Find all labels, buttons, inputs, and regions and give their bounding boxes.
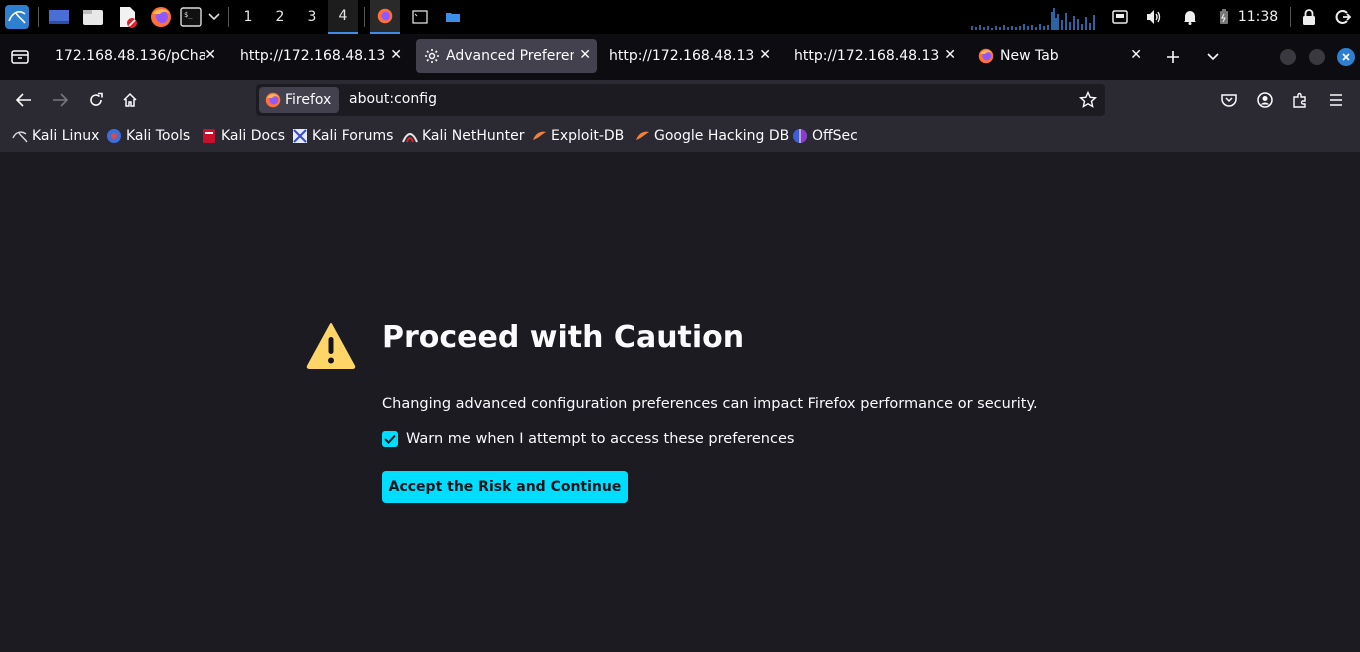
bookmark-kali-nethunter[interactable]: Kali NetHunter [402,127,524,145]
ghdb-icon [634,128,650,144]
bookmark-exploit-db[interactable]: Exploit-DB [531,127,624,145]
gear-icon [424,48,440,64]
about-config-warning-page: Proceed with Caution Changing advanced c… [0,152,1360,652]
bookmark-kali-forums[interactable]: Kali Forums [292,127,393,145]
tab-http-p[interactable]: http://172.168.48.136/p ✕ [231,39,408,73]
warn-checkbox-row[interactable]: Warn me when I attempt to access these p… [382,431,794,447]
tab-title: 172.168.48.136/pChart [55,48,205,64]
accept-risk-button[interactable]: Accept the Risk and Continue [382,471,628,503]
battery-icon [1212,0,1236,34]
tab-new-tab[interactable]: New Tab ✕ [970,39,1148,73]
warn-checkbox[interactable] [382,431,398,447]
close-icon[interactable]: ✕ [390,47,402,63]
firefox-icon [978,48,994,64]
tab-advanced-preferences[interactable]: Advanced Preferences ✕ [416,39,597,73]
tab-http-port[interactable]: http://172.168.48.136:8 ✕ [785,39,962,73]
bookmark-kali-tools[interactable]: Kali Tools [106,127,190,145]
home-button[interactable] [116,86,144,114]
warning-description: Changing advanced configuration preferen… [382,396,1038,412]
show-desktop-icon[interactable] [46,0,72,34]
firefox-window-button[interactable] [370,0,400,34]
kali-dragon-icon [12,128,28,144]
reload-button[interactable] [82,86,110,114]
back-button[interactable] [10,86,38,114]
firefox-view-icon[interactable] [6,43,34,71]
bookmark-kali-linux[interactable]: Kali Linux [12,127,99,145]
maximize-button[interactable] [1309,49,1325,65]
navigation-toolbar: Firefox about:config [0,80,1360,120]
screenshot-icon[interactable] [1108,0,1132,34]
close-icon[interactable]: ✕ [944,47,956,63]
bookmark-label: Google Hacking DB [654,128,790,144]
identity-box[interactable]: Firefox [259,87,339,113]
os-taskbar: $_ 1 2 3 4 11:38 [0,0,1360,34]
clock: 11:38 [1237,9,1279,25]
pocket-icon[interactable] [1215,86,1243,114]
bookmark-label: Kali NetHunter [422,128,525,144]
tab-title: http://172.168.48.136/p [240,48,386,64]
offsec-icon [792,128,808,144]
bookmark-offsec[interactable]: OffSec [792,127,858,145]
list-all-tabs-button[interactable] [1199,43,1227,71]
svg-text:$_: $_ [184,11,193,19]
tab-title: Advanced Preferences [446,48,574,64]
forward-button[interactable] [46,86,74,114]
terminal-launcher-icon[interactable]: $_ [178,0,204,34]
tab-title: http://172.168.48.136/ [609,48,755,64]
workspace-1[interactable]: 1 [233,0,263,34]
workspace-2[interactable]: 2 [265,0,295,34]
extensions-icon[interactable] [1286,86,1314,114]
bookmark-label: Kali Linux [32,128,100,144]
bookmark-label: Kali Docs [221,128,286,144]
tab-strip: 172.168.48.136/pChart ✕ http://172.168.4… [0,34,1360,80]
volume-icon[interactable] [1142,0,1166,34]
bookmark-kali-docs[interactable]: Kali Docs [201,127,285,145]
warning-icon [306,322,356,370]
menu-icon[interactable] [1322,86,1350,114]
close-icon[interactable]: ✕ [579,47,591,63]
tab-title: http://172.168.48.136:8 [794,48,940,64]
account-icon[interactable] [1251,86,1279,114]
close-icon[interactable]: ✕ [204,47,216,63]
bookmark-label: OffSec [812,128,858,144]
warn-checkbox-label[interactable]: Warn me when I attempt to access these p… [406,431,794,447]
network-graph [970,0,1100,34]
logout-icon[interactable] [1332,0,1354,34]
bookmark-label: Kali Forums [312,128,394,144]
kali-menu-icon[interactable] [2,0,32,34]
exploit-db-icon [531,128,547,144]
notification-bell-icon[interactable] [1178,0,1202,34]
minimize-button[interactable] [1280,49,1296,65]
tab-pchart[interactable]: 172.168.48.136/pChart ✕ [46,39,222,73]
tab-http-root[interactable]: http://172.168.48.136/ ✕ [600,39,777,73]
workspace-4[interactable]: 4 [328,0,358,34]
lock-screen-icon[interactable] [1298,0,1320,34]
kali-docs-icon [201,128,217,144]
close-window-button[interactable] [1337,48,1355,66]
kali-forums-icon [292,128,308,144]
tab-title: New Tab [1000,48,1059,64]
url-input[interactable]: about:config [349,91,437,107]
identity-label: Firefox [285,92,332,108]
bookmark-label: Exploit-DB [551,128,625,144]
chevron-down-icon[interactable] [205,0,223,34]
close-icon[interactable]: ✕ [759,47,771,63]
file-manager-icon[interactable] [80,0,106,34]
bookmarks-toolbar: Kali Linux Kali Tools Kali Docs Kali For… [0,120,1360,153]
close-icon[interactable]: ✕ [1130,47,1142,63]
workspace-3[interactable]: 3 [297,0,327,34]
url-bar[interactable]: Firefox about:config [256,84,1105,116]
nethunter-icon [402,128,418,144]
files-window-button[interactable] [438,0,468,34]
bookmark-star-icon[interactable] [1078,90,1098,113]
text-editor-icon[interactable] [114,0,140,34]
firefox-launcher-icon[interactable] [148,0,174,34]
bookmark-label: Kali Tools [126,128,191,144]
firefox-icon [265,92,281,108]
page-title: Proceed with Caution [382,320,745,355]
kali-tools-icon [106,128,122,144]
terminal-window-button[interactable] [405,0,435,34]
bookmark-google-hacking-db[interactable]: Google Hacking DB [634,127,789,145]
new-tab-button[interactable] [1159,43,1187,71]
